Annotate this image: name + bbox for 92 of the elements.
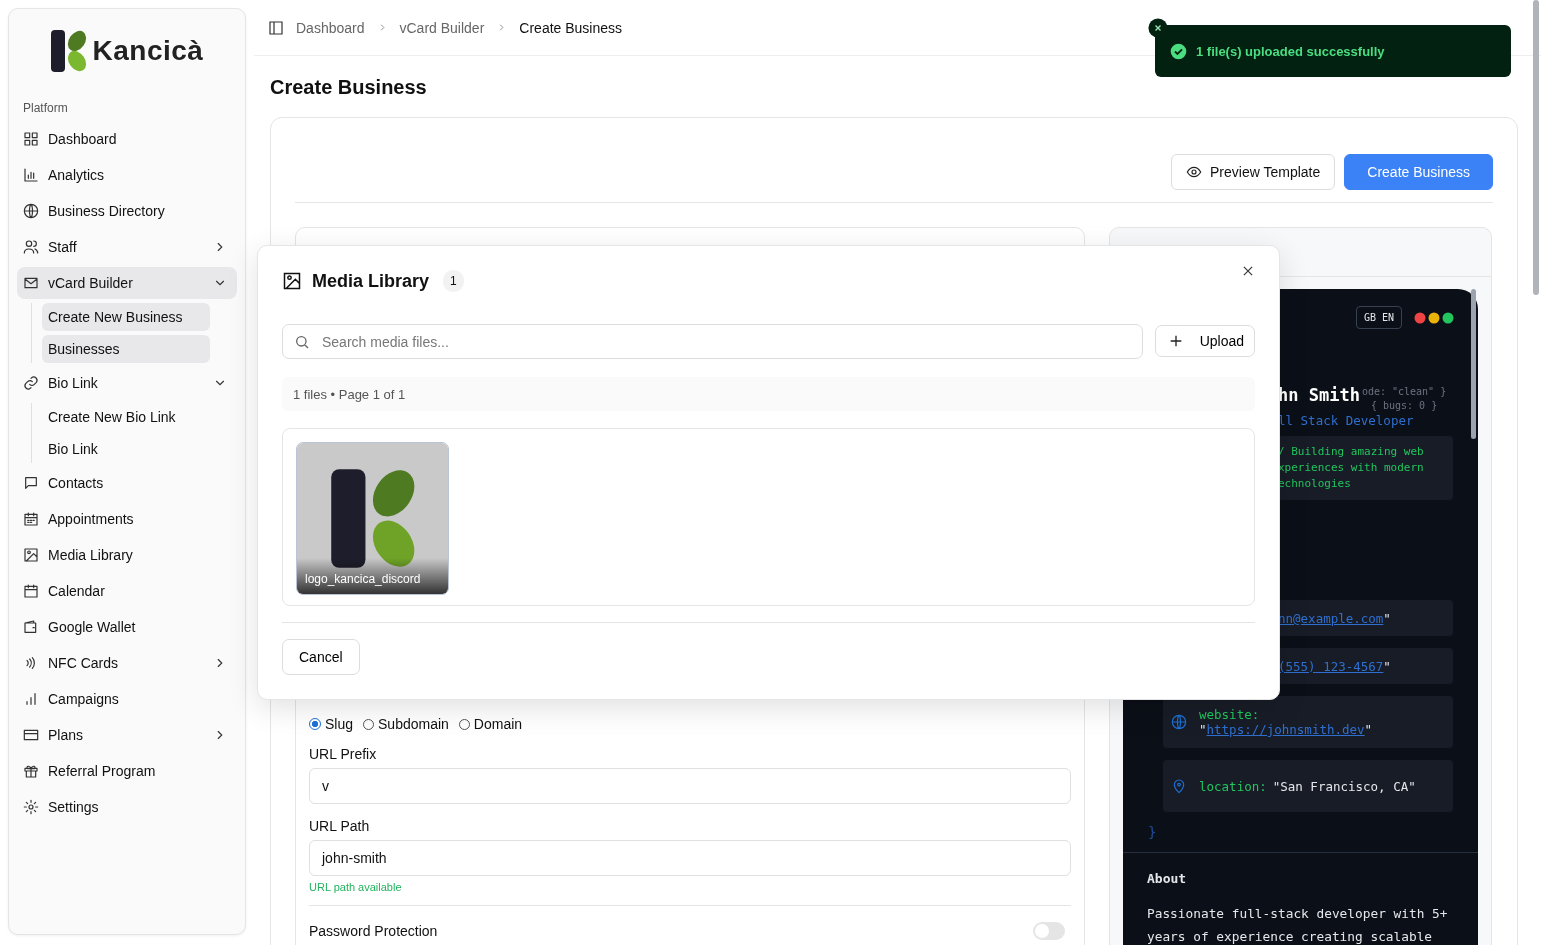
mail-icon [23, 275, 39, 291]
radio-option[interactable]: Subdomain [363, 716, 449, 732]
calendar-icon [23, 511, 39, 527]
sidebar-item[interactable]: vCard Builder [17, 267, 237, 299]
image-icon [23, 547, 39, 563]
sidebar-item[interactable]: Calendar [17, 575, 237, 607]
sidebar-item[interactable]: NFC Cards [17, 647, 237, 679]
breadcrumb-link[interactable]: vCard Builder [399, 19, 485, 36]
search-icon [294, 334, 310, 350]
quote-mark: " [1383, 610, 1391, 626]
create-button[interactable]: Create Business [1344, 154, 1493, 190]
sidebar-item[interactable]: Contacts [17, 467, 237, 499]
toggle-switch[interactable] [1033, 922, 1065, 940]
radio-option[interactable]: Slug [309, 716, 354, 732]
sidebar-subitem[interactable]: Create New Business [42, 303, 210, 331]
brand-name: Kancicà [92, 35, 204, 67]
field-label: URL Prefix [309, 746, 378, 762]
preview-button[interactable]: Preview Template [1171, 154, 1336, 190]
dialog-title: Media Library [312, 270, 430, 292]
sidebar-subitem[interactable]: Businesses [42, 335, 210, 363]
sidebar-item[interactable]: Plans [17, 719, 237, 751]
close-icon[interactable] [1148, 18, 1168, 38]
globe-icon [1171, 714, 1187, 730]
pagination-info: 1 files • Page 1 of 1 [293, 386, 406, 402]
text-field[interactable]: john-smith [309, 840, 1071, 876]
about-heading: About [1147, 871, 1188, 886]
file-name: logo_kancica_discord [297, 558, 448, 594]
scrollbar[interactable] [1533, 0, 1539, 295]
field-hint: URL path available [309, 881, 403, 893]
globe-icon [23, 203, 39, 219]
location-pin-icon [1171, 778, 1187, 794]
sidebar-item[interactable]: Referral Program [17, 755, 237, 787]
sidebar-item[interactable]: Campaigns [17, 683, 237, 715]
contact-key: website: [1199, 707, 1260, 722]
calendar-icon [23, 583, 39, 599]
sidebar-item[interactable]: Dashboard [17, 123, 237, 155]
chat-icon [23, 475, 39, 491]
scrollbar[interactable] [1471, 289, 1476, 439]
field-label: Password Protection [309, 923, 438, 939]
text-field[interactable]: v [309, 768, 1071, 804]
bar-chart-icon [23, 167, 39, 183]
quote-mark: " [1199, 722, 1207, 737]
closing-brace: } [1147, 823, 1158, 840]
bar-chart-icon [23, 691, 39, 707]
contact-link[interactable]: https://johnsmith.dev [1206, 722, 1365, 737]
sidebar-item[interactable]: Media Library [17, 539, 237, 571]
code-comment: ode: "clean" } [1361, 385, 1447, 399]
code-comment: { bugs: 0 } [1370, 399, 1438, 413]
image-icon [282, 271, 302, 291]
contact-value: "San Francisco, CA" [1272, 778, 1416, 794]
page-title: Create Business [270, 76, 427, 99]
toast-message: 1 file(s) uploaded successfully [1196, 43, 1385, 59]
grid-icon [23, 131, 39, 147]
cancel-button[interactable]: Cancel [282, 639, 360, 675]
quote-mark: " [1364, 722, 1373, 737]
check-circle-icon [1170, 42, 1187, 60]
close-icon[interactable] [1241, 264, 1255, 278]
contact-key: location: [1199, 778, 1267, 794]
credit-card-icon [23, 727, 39, 743]
sidebar-item[interactable]: Staff [17, 231, 237, 263]
count-badge: 1 [443, 270, 464, 292]
logo-icon [50, 30, 87, 72]
upload-button[interactable]: Upload [1154, 325, 1255, 357]
bio-text: echnologies [1278, 476, 1352, 492]
contact-link[interactable]: nn@example.com [1278, 610, 1384, 626]
gift-icon [23, 763, 39, 779]
profile-title: ll Stack Developer [1277, 413, 1415, 428]
sidebar-item[interactable]: Google Wallet [17, 611, 237, 643]
quote-mark: " [1383, 658, 1391, 674]
users-icon [23, 239, 39, 255]
sidebar-item[interactable]: Business Directory [17, 195, 237, 227]
wallet-icon [23, 619, 39, 635]
link-icon [23, 375, 39, 391]
sidebar-item[interactable]: Analytics [17, 159, 237, 191]
eye-icon [1186, 164, 1203, 180]
window-dots-icon [1414, 311, 1454, 324]
field-label: URL Path [309, 818, 371, 834]
about-text: Passionate full-stack developer with 5+ years of experience creating scalable [1147, 905, 1449, 945]
sidebar-toggle-icon[interactable] [268, 19, 284, 36]
radio-option[interactable]: Domain [458, 716, 523, 732]
sidebar-subitem[interactable]: Create New Bio Link [42, 403, 210, 431]
sidebar-item[interactable]: Appointments [17, 503, 237, 535]
language-badge[interactable]: GB EN [1355, 306, 1402, 329]
sidebar-subitem[interactable]: Bio Link [42, 435, 210, 463]
settings-icon [23, 799, 39, 815]
section-label: Platform [22, 100, 69, 117]
sidebar-item[interactable]: Bio Link [17, 367, 237, 399]
bio-text: xperiences with modern [1278, 460, 1425, 476]
sidebar-item[interactable]: Settings [17, 791, 237, 823]
search-field[interactable]: Search media files... [282, 324, 1143, 359]
media-thumbnail[interactable]: logo_kancica_discord [296, 442, 449, 595]
breadcrumb-link[interactable]: Dashboard [296, 19, 365, 36]
